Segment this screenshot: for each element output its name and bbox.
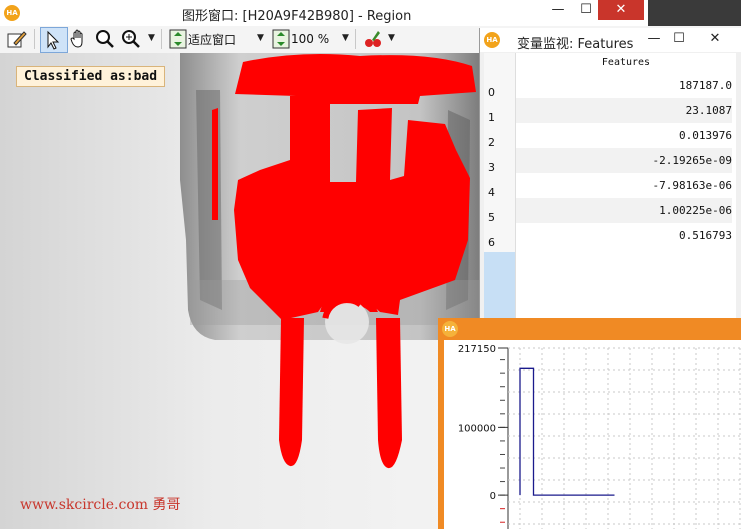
fit-window-button[interactable]: 适应窗口 bbox=[168, 27, 258, 51]
halcon-logo-icon: HA bbox=[484, 32, 500, 48]
halcon-logo-icon: HA bbox=[4, 5, 20, 21]
hand-icon[interactable] bbox=[68, 27, 92, 51]
zoom-level-label: 100 % bbox=[291, 32, 330, 46]
fit-window-dropdown-arrow[interactable]: ▼ bbox=[257, 33, 264, 43]
classification-label: Classified as:bad bbox=[16, 66, 166, 87]
table-cell[interactable]: 1.00225e-06 bbox=[516, 198, 732, 223]
row-index: 4 bbox=[488, 186, 495, 199]
plot-area[interactable]: 217150 100000 0 bbox=[444, 340, 741, 529]
table-cell[interactable]: 0.013976 bbox=[516, 123, 732, 148]
row-index: 6 bbox=[488, 236, 495, 249]
watermark-text: www.skcircle.com 勇哥 bbox=[20, 497, 181, 513]
table-cell[interactable]: 187187.0 bbox=[516, 73, 732, 98]
y-tick-label: 100000 bbox=[458, 423, 496, 434]
paint-dropdown-arrow[interactable]: ▼ bbox=[388, 33, 395, 43]
halcon-logo-icon: HA bbox=[442, 321, 458, 337]
y-tick-label: 0 bbox=[490, 491, 496, 502]
plot-window: HA 217150 100000 0 bbox=[438, 318, 741, 529]
maximize-button[interactable]: ☐ bbox=[574, 0, 598, 20]
variable-window-title: 变量监视: Features bbox=[517, 37, 634, 52]
zoom-icon bbox=[272, 29, 290, 49]
table-cell[interactable]: -2.19265e-09 bbox=[516, 148, 732, 173]
fit-window-label: 适应窗口 bbox=[188, 32, 237, 47]
edit-icon[interactable] bbox=[6, 27, 30, 51]
inspection-image bbox=[0, 53, 480, 529]
pointer-icon[interactable] bbox=[40, 27, 68, 53]
toolbar-separator bbox=[34, 29, 35, 49]
zoom-level-button[interactable]: 100 % bbox=[271, 27, 343, 51]
features-table[interactable]: 0 1 2 3 4 5 6 + Features 187187.0 23.108… bbox=[484, 53, 736, 348]
var-minimize-button[interactable]: — bbox=[643, 29, 665, 49]
row-index: 0 bbox=[488, 86, 495, 99]
paint-icon[interactable] bbox=[362, 27, 386, 51]
table-cell[interactable]: 0.516793 bbox=[516, 223, 732, 248]
var-close-button[interactable]: ✕ bbox=[698, 29, 732, 49]
var-maximize-button[interactable]: ☐ bbox=[668, 29, 690, 49]
magnifier-icon[interactable] bbox=[94, 27, 118, 51]
fit-window-icon bbox=[169, 29, 187, 49]
toolbar-separator bbox=[161, 29, 162, 49]
minimize-button[interactable]: — bbox=[545, 0, 571, 20]
feature-plot: 217150 100000 0 bbox=[458, 344, 741, 529]
window-title: 图形窗口: [H20A9F42B980] - Region bbox=[182, 9, 412, 24]
row-index: 5 bbox=[488, 211, 495, 224]
y-tick-label: 217150 bbox=[458, 344, 496, 355]
row-index: 1 bbox=[488, 111, 495, 124]
variable-inspect-window: HA 变量监视: Features — ☐ ✕ 0 1 2 3 4 5 6 + … bbox=[479, 28, 741, 348]
toolbar-separator bbox=[355, 29, 356, 49]
column-header[interactable]: Features bbox=[516, 57, 736, 68]
zoom-in-dropdown-arrow[interactable]: ▼ bbox=[148, 33, 155, 43]
row-index: 2 bbox=[488, 136, 495, 149]
row-header-column: 0 1 2 3 4 5 6 + bbox=[484, 53, 516, 348]
close-button[interactable]: ✕ bbox=[598, 0, 644, 20]
table-cell[interactable]: -7.98163e-06 bbox=[516, 173, 732, 198]
zoom-level-dropdown-arrow[interactable]: ▼ bbox=[342, 33, 349, 43]
variable-window-titlebar[interactable]: HA 变量监视: Features — ☐ ✕ bbox=[480, 28, 741, 52]
table-cell[interactable]: 23.1087 bbox=[516, 98, 732, 123]
graphics-window-titlebar[interactable]: HA 图形窗口: [H20A9F42B980] - Region — ☐ ✕ bbox=[0, 0, 741, 27]
feature-series-line bbox=[519, 367, 615, 496]
row-index: 3 bbox=[488, 161, 495, 174]
plot-window-titlebar[interactable]: HA bbox=[438, 318, 741, 340]
zoom-in-icon[interactable] bbox=[120, 27, 144, 51]
image-canvas[interactable]: Classified as:bad www.skcircle.com 勇哥 bbox=[0, 53, 480, 529]
